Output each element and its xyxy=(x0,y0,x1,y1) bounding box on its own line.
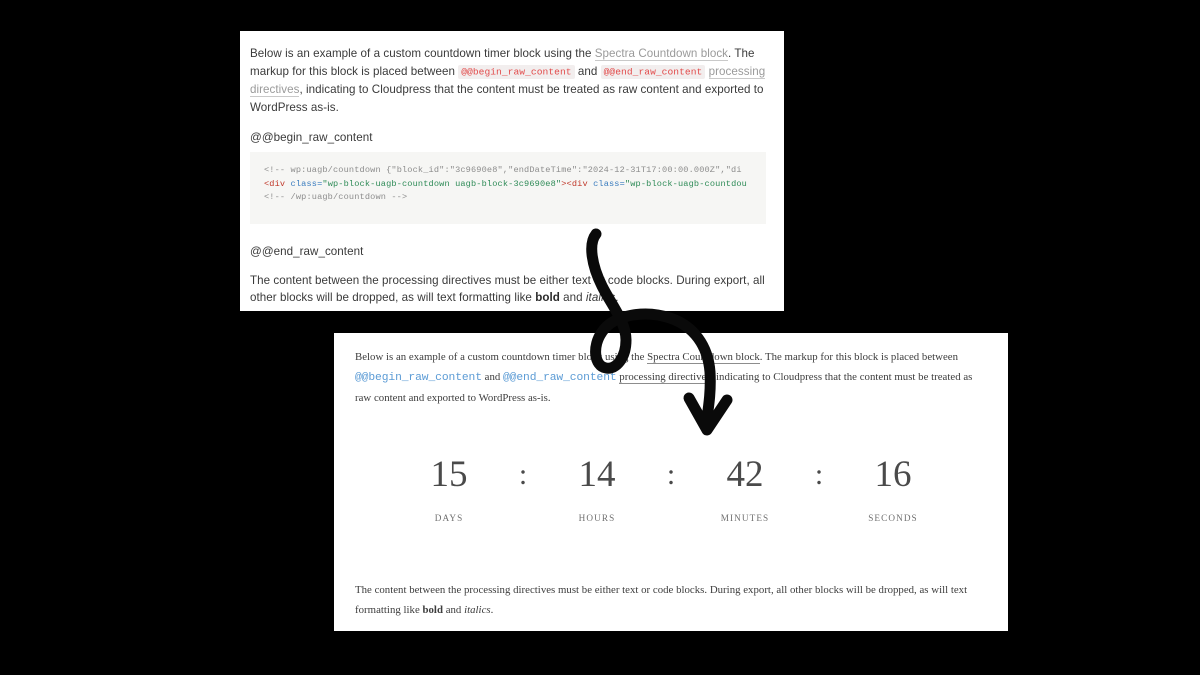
code-attr-class: class= xyxy=(290,178,323,189)
inline-code-end-directive: @@end_raw_content xyxy=(600,65,706,80)
wp-processing-directives-link[interactable]: processing directives xyxy=(619,371,711,384)
wp-closing-text-part-3: . xyxy=(490,604,494,616)
countdown-minutes-label: MINUTES xyxy=(720,513,770,523)
countdown-separator-3: : xyxy=(814,458,824,491)
wp-intro-text-part-1: Below is an example of a custom countdow… xyxy=(355,351,648,363)
countdown-hours-label: HOURS xyxy=(578,513,616,523)
editor-content: Below is an example of a custom countdow… xyxy=(240,31,784,147)
intro-text-part-5: , indicating to Cloudpress that the cont… xyxy=(250,83,764,114)
countdown-separator-2: : xyxy=(666,458,676,491)
wp-spectra-countdown-link[interactable]: Spectra Countdown block xyxy=(647,351,760,364)
wp-intro-text-part-3: and xyxy=(481,371,503,383)
editor-intro-paragraph: Below is an example of a custom countdow… xyxy=(250,45,766,116)
wp-closing-paragraph: The content between the processing direc… xyxy=(355,580,969,620)
countdown-days-value: 15 xyxy=(430,454,468,495)
editor-end-directive-line: @@end_raw_content xyxy=(250,245,364,258)
closing-bold-sample: bold xyxy=(535,291,560,305)
code-line-2: <div class="wp-block-uagb-countdown uagb… xyxy=(264,178,766,192)
countdown-hours-value: 14 xyxy=(578,454,616,495)
code-line-3: <!-- /wp:uagb/countdown --> xyxy=(264,191,766,205)
inline-code-begin-directive: @@begin_raw_content xyxy=(458,65,575,80)
wp-inline-code-end-directive: @@end_raw_content xyxy=(503,372,617,384)
countdown-unit-minutes: 42 MINUTES xyxy=(695,452,795,523)
editor-begin-directive-line: @@begin_raw_content xyxy=(250,131,373,145)
spectra-countdown-link[interactable]: Spectra Countdown block xyxy=(594,47,729,61)
closing-text-part-2: and xyxy=(559,291,586,305)
wp-footer-content: The content between the processing direc… xyxy=(355,580,969,620)
wp-closing-bold-sample: bold xyxy=(422,604,443,616)
wp-intro-text-part-2: . The markup for this block is placed be… xyxy=(759,351,959,363)
wp-inline-code-begin-directive: @@begin_raw_content xyxy=(355,372,482,384)
closing-text-part-1: The content between the processing direc… xyxy=(250,273,765,305)
intro-text-part-3: and xyxy=(574,64,601,78)
code-line-1: <!-- wp:uagb/countdown {"block_id":"3c96… xyxy=(264,164,766,178)
countdown-seconds-label: SECONDS xyxy=(868,513,918,523)
closing-text-part-3: . xyxy=(615,291,619,305)
countdown-minutes-value: 42 xyxy=(726,454,764,495)
code-attr-class-2: class= xyxy=(593,178,625,189)
code-comment-close: <!-- /wp:uagb/countdown --> xyxy=(264,192,408,202)
editor-closing-paragraph: The content between the processing direc… xyxy=(250,272,766,307)
intro-text-part-1: Below is an example of a custom countdow… xyxy=(250,47,595,60)
code-tag-div-open: <div xyxy=(264,178,291,189)
code-comment-open: <!-- wp:uagb/countdown xyxy=(264,165,387,175)
countdown-separator-1: : xyxy=(518,458,528,491)
countdown-unit-seconds: 16 SECONDS xyxy=(843,452,943,523)
wp-content: Below is an example of a custom countdow… xyxy=(334,333,1008,408)
countdown-unit-hours: 14 HOURS xyxy=(547,452,647,523)
countdown-timer-block: 15 DAYS : 14 HOURS : 42 MINUTES : 16 SEC… xyxy=(334,452,1008,523)
countdown-seconds-value: 16 xyxy=(874,454,912,495)
code-attr-value-2: "wp-block-uagb-countdou xyxy=(624,178,747,189)
code-attr-value: "wp-block-uagb-countdown uagb-block-3c96… xyxy=(322,178,562,189)
countdown-unit-days: 15 DAYS xyxy=(399,452,499,523)
closing-italic-sample: italics xyxy=(585,291,616,305)
wp-intro-paragraph: Below is an example of a custom countdow… xyxy=(355,347,986,408)
raw-code-block: <!-- wp:uagb/countdown {"block_id":"3c96… xyxy=(250,152,766,224)
wp-closing-text-part-2: and xyxy=(442,604,465,616)
code-json-attributes: {"block_id":"3c9690e8","endDateTime":"20… xyxy=(386,165,742,175)
editor-post-code-content: @@end_raw_content The content between th… xyxy=(250,243,770,320)
wp-closing-italic-sample: italics xyxy=(464,604,491,616)
code-tag-div-open-2: <div xyxy=(566,178,594,189)
countdown-days-label: DAYS xyxy=(434,513,464,523)
